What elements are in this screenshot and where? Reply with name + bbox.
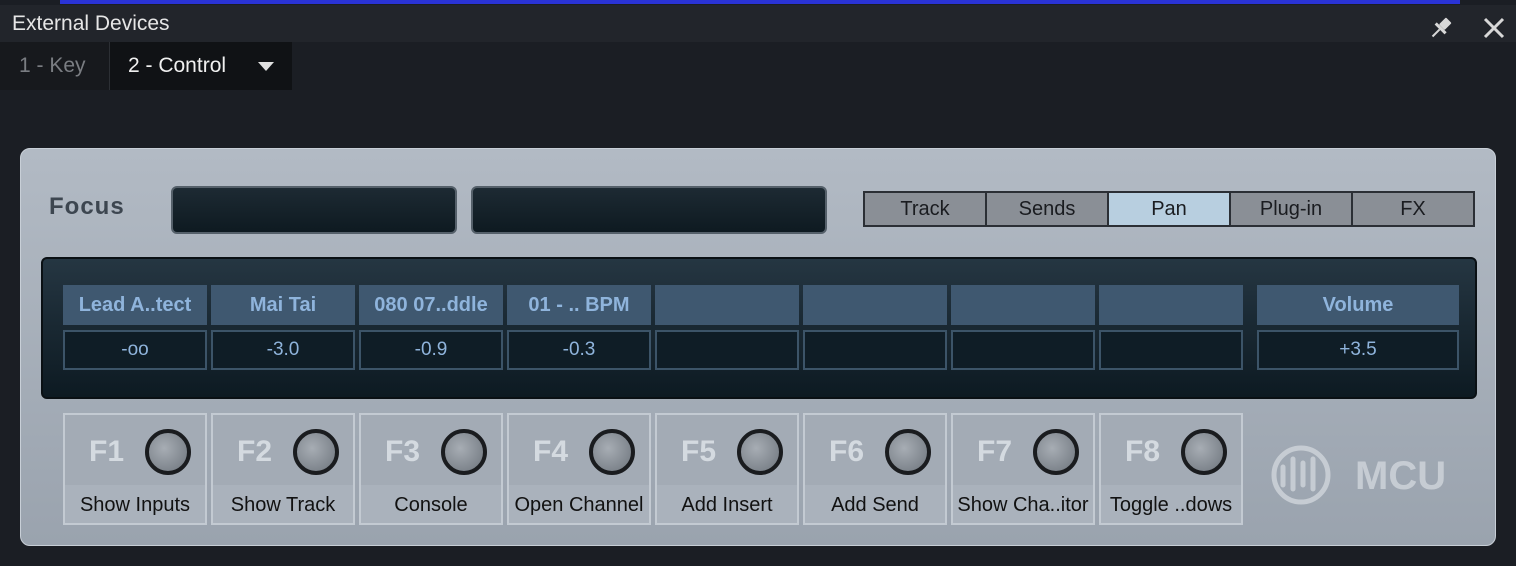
- chevron-down-icon[interactable]: [258, 62, 274, 71]
- fkey-f2-button[interactable]: F2 Show Track: [211, 413, 355, 525]
- fkey-action: Show Inputs: [79, 493, 191, 516]
- fkey-f3-button[interactable]: F3 Console: [359, 413, 503, 525]
- fkey-label: F6: [829, 435, 865, 468]
- fkey-action: Show Cha..itor: [957, 493, 1089, 516]
- fkey-f4-button[interactable]: F4 Open Channel: [507, 413, 651, 525]
- fkey-label: F1: [89, 435, 125, 468]
- knob-icon[interactable]: [885, 429, 931, 475]
- channel-value: -3.0: [211, 330, 355, 370]
- fkey-f6-button[interactable]: F6 Add Send: [803, 413, 947, 525]
- fkey-action: Toggle ..dows: [1109, 493, 1233, 516]
- knob-icon[interactable]: [589, 429, 635, 475]
- fkey-action: Console: [394, 493, 468, 516]
- title-bar: External Devices: [0, 5, 1516, 42]
- selection-strip: [60, 0, 1460, 4]
- mcu-logo-text: MCU: [1355, 454, 1446, 498]
- channel-name: [655, 285, 799, 325]
- knob-icon[interactable]: [145, 429, 191, 475]
- master-value: +3.5: [1257, 330, 1459, 370]
- fkey-label: F2: [237, 435, 273, 468]
- channel-value: [1099, 330, 1243, 370]
- fkey-action: Add Insert: [681, 493, 773, 516]
- mcu-control-panel: Focus Track Sends Pan Plug-in FX Lead A.…: [20, 148, 1496, 546]
- presonus-logo-icon: MCU: [1271, 445, 1446, 505]
- channel-display: Lead A..tect -oo Mai Tai -3.0 080 07..dd…: [41, 257, 1477, 399]
- channel-value: [803, 330, 947, 370]
- channel-name: Lead A..tect: [63, 285, 207, 325]
- channel-name: [803, 285, 947, 325]
- fkey-label: F7: [977, 435, 1013, 468]
- mode-buttons: Track Sends Pan Plug-in FX: [863, 191, 1475, 227]
- mode-plugin-button[interactable]: Plug-in: [1231, 193, 1351, 225]
- fkey-f5-button[interactable]: F5 Add Insert: [655, 413, 799, 525]
- fkey-action: Add Send: [831, 493, 919, 516]
- knob-icon[interactable]: [441, 429, 487, 475]
- channel-name: Mai Tai: [211, 285, 355, 325]
- tab-key-label: 1 - Key: [19, 54, 86, 77]
- mode-pan-button[interactable]: Pan: [1109, 193, 1229, 225]
- channel-name: [1099, 285, 1243, 325]
- mode-fx-button[interactable]: FX: [1353, 193, 1473, 225]
- close-icon[interactable]: [1481, 15, 1507, 41]
- knob-icon[interactable]: [1033, 429, 1079, 475]
- mode-sends-button[interactable]: Sends: [987, 193, 1107, 225]
- fkey-label: F5: [681, 435, 717, 468]
- device-tabs: 1 - Key 2 - Control: [0, 42, 292, 90]
- channel-value: -0.3: [507, 330, 651, 370]
- mode-track-button[interactable]: Track: [865, 193, 985, 225]
- channel-value: -oo: [63, 330, 207, 370]
- window-title: External Devices: [12, 12, 170, 35]
- knob-icon[interactable]: [737, 429, 783, 475]
- fkey-label: F8: [1125, 435, 1161, 468]
- knob-icon[interactable]: [293, 429, 339, 475]
- fkey-label: F4: [533, 435, 569, 468]
- tab-key[interactable]: 1 - Key: [0, 42, 110, 90]
- channel-value: [951, 330, 1095, 370]
- focus-display-1: [171, 186, 457, 234]
- pin-icon[interactable]: [1428, 15, 1454, 41]
- channel-name: [951, 285, 1095, 325]
- channel-value: -0.9: [359, 330, 503, 370]
- knob-icon[interactable]: [1181, 429, 1227, 475]
- fkey-action: Show Track: [230, 493, 336, 516]
- master-name: Volume: [1257, 285, 1459, 325]
- channel-name: 080 07..ddle: [359, 285, 503, 325]
- tab-control[interactable]: 2 - Control: [110, 42, 292, 90]
- fkey-action: Open Channel: [514, 493, 644, 516]
- focus-label: Focus: [49, 193, 125, 220]
- fkey-f8-button[interactable]: F8 Toggle ..dows: [1099, 413, 1243, 525]
- fkey-f1-button[interactable]: F1 Show Inputs: [63, 413, 207, 525]
- channel-value: [655, 330, 799, 370]
- channel-name: 01 - .. BPM: [507, 285, 651, 325]
- tab-control-label: 2 - Control: [128, 54, 227, 77]
- fkey-f7-button[interactable]: F7 Show Cha..itor: [951, 413, 1095, 525]
- fkey-label: F3: [385, 435, 421, 468]
- focus-display-2: [471, 186, 827, 234]
